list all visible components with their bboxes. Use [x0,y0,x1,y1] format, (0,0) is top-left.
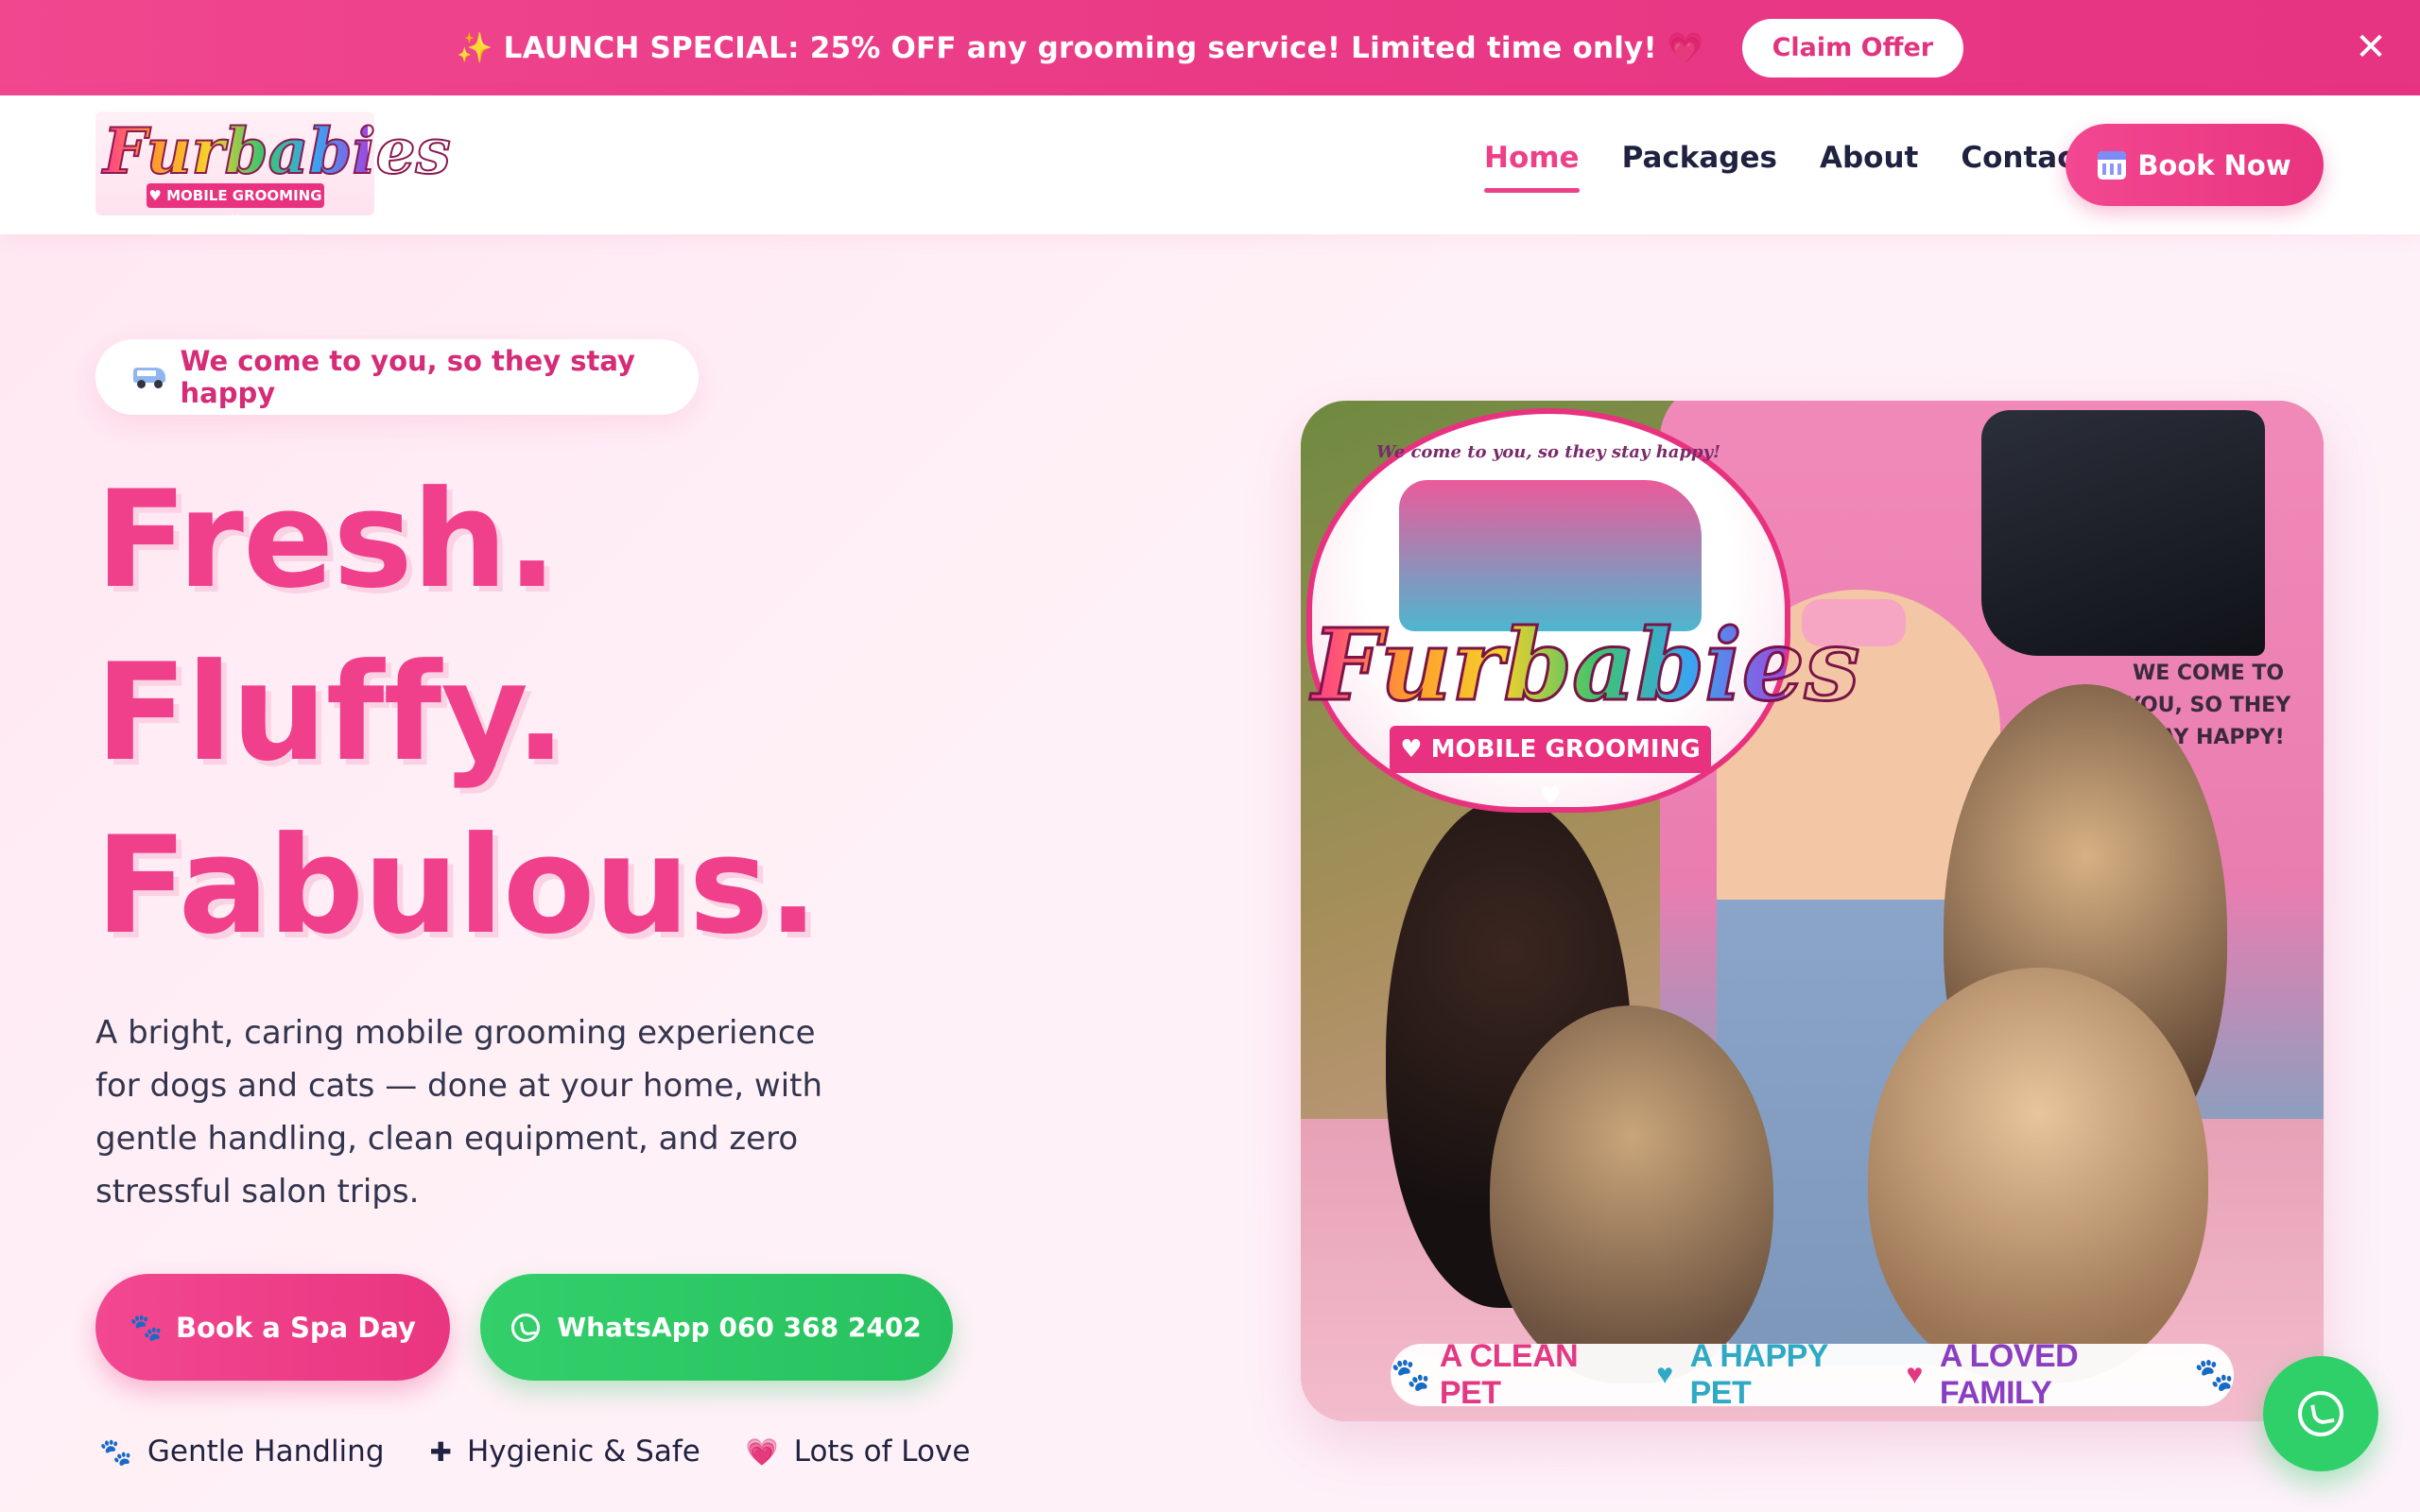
feature-hygienic-safe: ✚ Hygienic & Safe [430,1435,700,1469]
tagline-clean: A CLEAN PET [1439,1338,1579,1411]
logo-ribbon: ♥ MOBILE GROOMING ♥ [147,183,324,229]
floating-whatsapp-button[interactable] [2263,1356,2378,1471]
tagline-loved: A LOVED FAMILY [1939,1338,2079,1411]
feature-label: Hygienic & Safe [466,1435,700,1469]
feature-label: Lots of Love [793,1435,971,1469]
hero-description: A bright, caring mobile grooming experie… [95,1014,823,1211]
main-nav: Home Packages About Contact [1484,141,2131,194]
nav-about[interactable]: About [1820,141,1918,194]
site-header: Furbabies ♥ MOBILE GROOMING ♥ Home Packa… [0,95,2420,234]
small-dog [1490,1005,1773,1383]
badge-ribbon: ♥ MOBILE GROOMING ♥ [1390,726,1711,811]
nav-packages[interactable]: Packages [1622,141,1777,194]
tagline-bar: 🐾 A CLEAN PET ♥ A HAPPY PET ♥ A LOVED FA… [1391,1338,2234,1411]
feature-list: 🐾 Gentle Handling ✚ Hygienic & Safe 💗 Lo… [99,1435,1015,1469]
badge-wordmark: Furbabies [1311,607,1861,723]
close-icon[interactable]: ✕ [2350,26,2392,68]
whatsapp-label: WhatsApp 060 368 2402 [557,1312,922,1343]
paw-icon: 🐾 [130,1312,163,1343]
badge-slogan: We come to you, so they stay happy! [1376,442,1720,462]
van-window [1981,410,2265,656]
hero-headline: Fresh. Fluffy. Fabulous. [95,454,819,972]
cross-icon: ✚ [429,1435,452,1468]
promo-text: ✨ LAUNCH SPECIAL: 25% OFF any grooming s… [456,31,1704,65]
book-spa-day-label: Book a Spa Day [175,1311,416,1344]
heart-icon: ♥ [1656,1359,1673,1390]
headline-line-3: Fabulous. [95,808,819,964]
tagline-happy: A HAPPY PET [1689,1338,1828,1411]
headline-line-1: Fresh. [95,462,558,618]
paw-icon: 🐾 [2194,1357,2234,1393]
whatsapp-button[interactable]: WhatsApp 060 368 2402 [480,1274,953,1381]
hero-image: WE COME TO YOU, SO THEY STAY HAPPY! We c… [1301,401,2324,1421]
calendar-icon [2098,150,2127,180]
hero-pill: We come to you, so they stay happy [95,339,699,415]
whatsapp-icon [2298,1391,2343,1436]
van-icon [133,366,165,388]
paw-icon: 🐾 [99,1435,132,1468]
logo[interactable]: Furbabies ♥ MOBILE GROOMING ♥ [95,112,452,229]
hero-pill-text: We come to you, so they stay happy [180,345,635,409]
claim-offer-button[interactable]: Claim Offer [1741,18,1964,77]
whatsapp-icon [511,1313,541,1342]
paw-icon: 🐾 [1391,1357,1430,1393]
feature-gentle-handling: 🐾 Gentle Handling [99,1435,385,1469]
headline-line-2: Fluffy. [95,635,566,791]
nav-home[interactable]: Home [1484,141,1580,194]
book-spa-day-button[interactable]: 🐾 Book a Spa Day [95,1274,450,1381]
fluffy-dog [1868,968,2208,1383]
feature-label: Gentle Handling [147,1435,385,1469]
heart-icon: ♥ [1906,1359,1924,1390]
book-now-button[interactable]: Book Now [2066,124,2324,206]
promo-banner: ✨ LAUNCH SPECIAL: 25% OFF any grooming s… [0,0,2420,95]
brand-badge: We come to you, so they stay happy! Furb… [1306,408,1861,813]
logo-wordmark: Furbabies [102,114,452,188]
book-now-label: Book Now [2137,148,2291,181]
feature-lots-of-love: 💗 Lots of Love [746,1435,971,1469]
heart-icon: 💗 [745,1435,779,1468]
